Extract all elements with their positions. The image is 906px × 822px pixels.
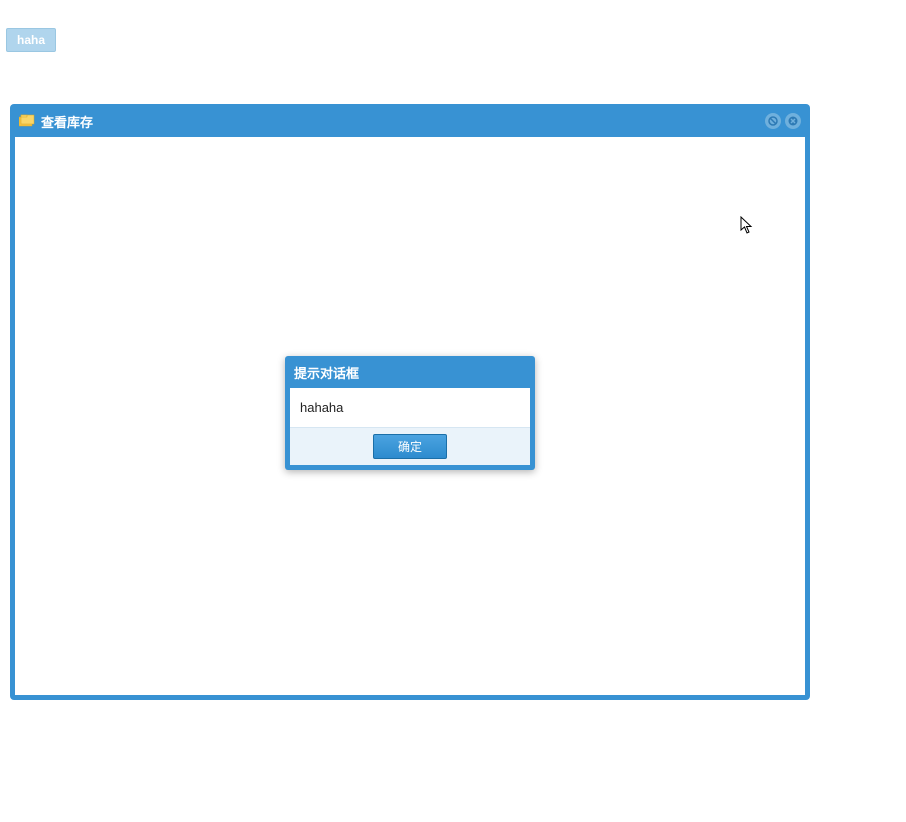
dialog-message: hahaha [290,388,530,427]
main-window-body: 提示对话框 hahaha 确定 [15,137,805,695]
prompt-dialog: 提示对话框 hahaha 确定 [285,356,535,470]
main-window-header: 查看库存 [15,109,805,137]
main-window: 查看库存 提示对话框 hahaha 确定 [10,104,810,700]
dialog-title: 提示对话框 [290,361,530,388]
main-window-controls [765,113,801,129]
ok-button[interactable]: 确定 [373,434,447,459]
main-window-title: 查看库存 [41,112,765,131]
dialog-footer: 确定 [290,427,530,465]
folder-stack-icon [19,114,35,128]
haha-button[interactable]: haha [6,28,56,52]
minimize-icon[interactable] [765,113,781,129]
close-icon[interactable] [785,113,801,129]
